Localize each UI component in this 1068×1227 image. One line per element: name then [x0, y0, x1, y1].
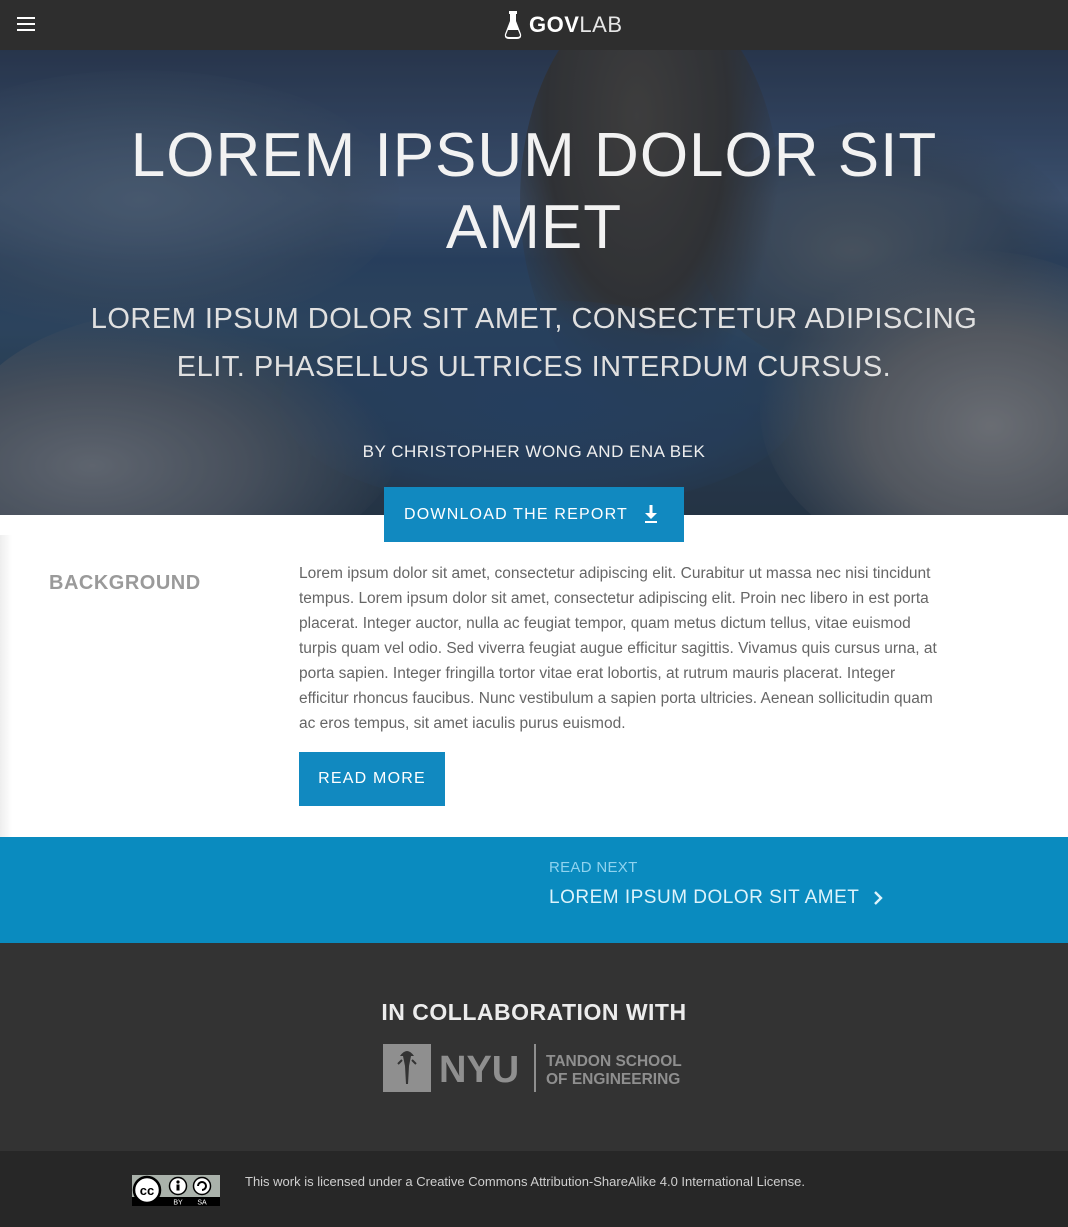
- read-next-link[interactable]: LOREM IPSUM DOLOR SIT AMET: [549, 887, 884, 909]
- download-arrow-icon: [645, 505, 657, 523]
- page-subtitle: LOREM IPSUM DOLOR SIT AMET, CONSECTETUR …: [90, 303, 978, 383]
- tandon-line-1: TANDON SCHOOL: [546, 1053, 682, 1070]
- svg-text:BY: BY: [173, 1200, 183, 1207]
- license-link[interactable]: Creative Commons Attribution-ShareAlike …: [416, 1174, 801, 1189]
- collaboration-section: IN COLLABORATION WITH NYU TANDON SCHOOL …: [0, 943, 1068, 1151]
- govlab-logo[interactable]: GOVLAB: [503, 9, 623, 41]
- svg-text:cc: cc: [140, 1183, 154, 1198]
- download-report-label: DOWNLOAD THE REPORT: [404, 505, 629, 523]
- hero-banner: LOREM IPSUM DOLOR SIT AMET LOREM IPSUM D…: [0, 50, 1068, 515]
- collaboration-heading: IN COLLABORATION WITH: [381, 999, 687, 1025]
- top-navigation-bar: GOVLAB: [0, 0, 1068, 50]
- author-byline: BY CHRISTOPHER WONG AND ENA BEK: [362, 442, 706, 461]
- read-more-label: READ MORE: [318, 770, 426, 787]
- hamburger-menu-icon[interactable]: [17, 17, 37, 33]
- read-next-label: READ NEXT: [549, 859, 638, 876]
- background-paragraph: Lorem ipsum dolor sit amet, consectetur …: [299, 565, 937, 732]
- download-report-button[interactable]: DOWNLOAD THE REPORT: [384, 487, 684, 542]
- creative-commons-badge[interactable]: cc BY SA: [132, 1175, 220, 1206]
- license-footer: cc BY SA This work is licensed under a C…: [0, 1151, 1068, 1227]
- tandon-line-2: OF ENGINEERING: [546, 1071, 680, 1088]
- svg-text:SA: SA: [197, 1200, 207, 1207]
- background-heading: BACKGROUND: [49, 572, 201, 594]
- read-next-title: LOREM IPSUM DOLOR SIT AMET: [549, 887, 860, 908]
- flask-icon: [504, 11, 522, 39]
- nyu-tandon-logo[interactable]: NYU TANDON SCHOOL OF ENGINEERING: [383, 1044, 687, 1092]
- section-edge-shadow: [0, 535, 12, 837]
- read-next-band: READ NEXT LOREM IPSUM DOLOR SIT AMET: [0, 837, 1068, 943]
- page-title: LOREM IPSUM DOLOR SIT AMET: [130, 121, 938, 262]
- chevron-right-icon: [874, 891, 884, 905]
- nyu-wordmark: NYU: [439, 1049, 519, 1091]
- background-section: BACKGROUND Lorem ipsum dolor sit amet, c…: [0, 535, 1068, 837]
- logo-wordmark: GOVLAB: [529, 12, 623, 37]
- read-more-button[interactable]: READ MORE: [299, 752, 445, 806]
- license-text: This work is licensed under a Creative C…: [245, 1174, 806, 1189]
